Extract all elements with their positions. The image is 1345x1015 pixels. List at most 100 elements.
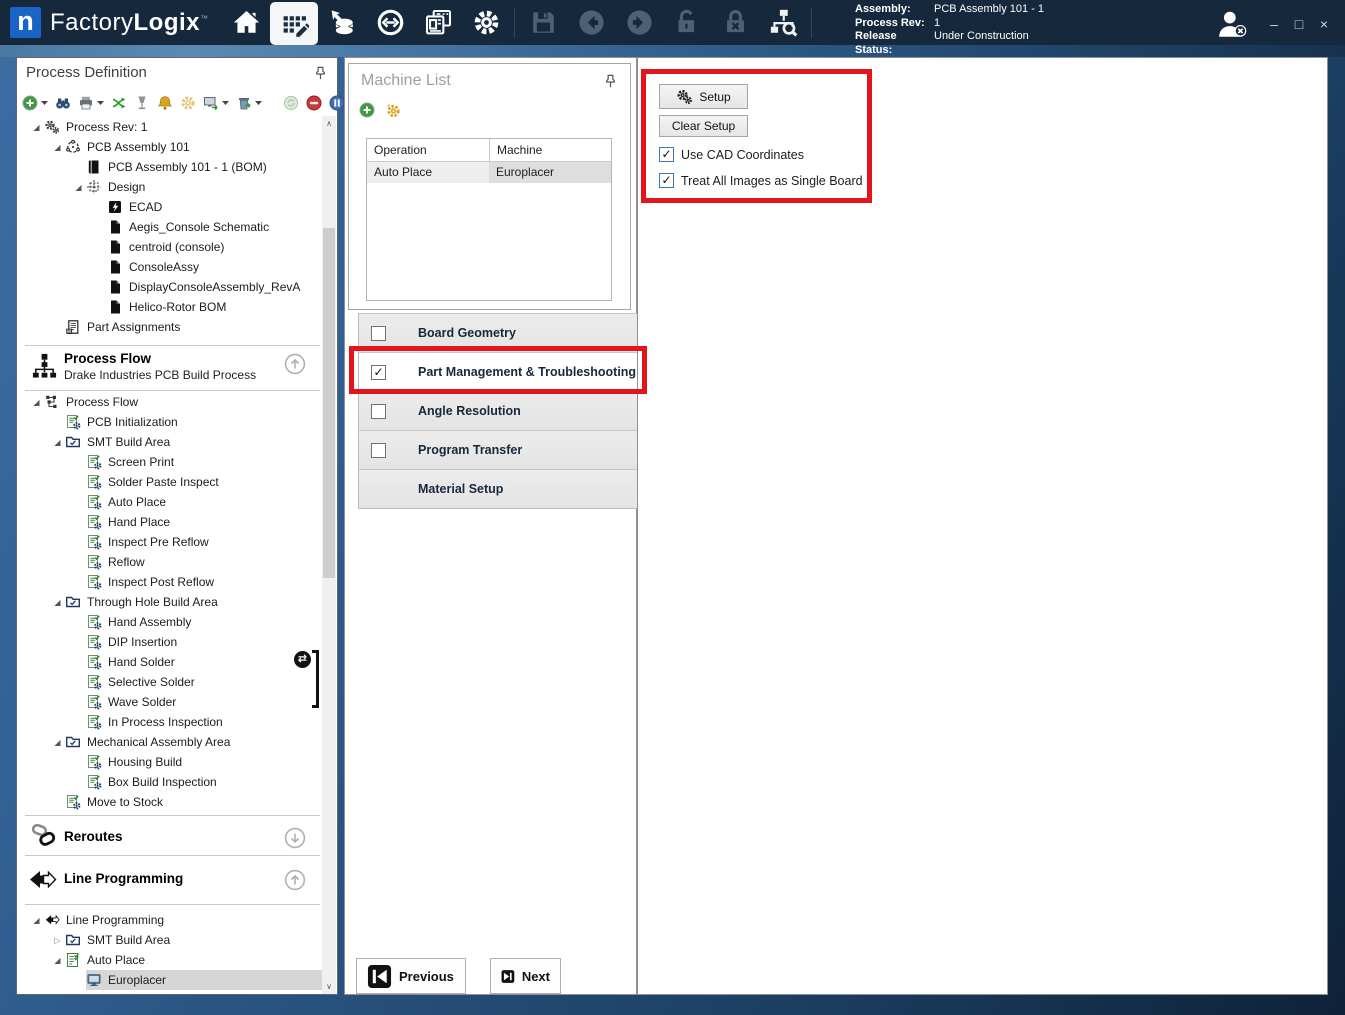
exchange-icon[interactable] [111, 94, 127, 112]
option-treat-all-images-as-single-board[interactable]: ✓Treat All Images as Single Board [659, 173, 863, 188]
print-icon[interactable] [78, 94, 94, 112]
process-definition-icon[interactable] [270, 2, 318, 45]
tree-item-line-programming[interactable]: ◢Line Programming [17, 910, 322, 930]
tree-item-hand-place[interactable]: Hand Place [17, 512, 322, 532]
tree-item-auto-place[interactable]: Auto Place [17, 492, 322, 512]
checkbox-unchecked[interactable] [371, 326, 386, 341]
process-search-icon[interactable] [759, 0, 807, 45]
machine-settings-icon[interactable] [385, 102, 401, 123]
pause-icon[interactable] [329, 94, 345, 112]
expander-expanded-icon[interactable]: ◢ [50, 738, 65, 747]
bell-icon[interactable] [157, 94, 173, 112]
delete-icon[interactable] [236, 94, 252, 112]
tree-item-reflow[interactable]: Reflow [17, 552, 322, 572]
tree-item-europlacer[interactable]: Europlacer [17, 970, 322, 990]
section-board-geometry[interactable]: Board Geometry [359, 313, 637, 352]
expander-collapsed-icon[interactable]: ▷ [50, 936, 65, 945]
line-programming-header[interactable]: Line Programming [17, 863, 322, 901]
process-flow-header[interactable]: Process Flow Drake Industries PCB Build … [17, 350, 322, 390]
reroute-indicator-icon[interactable]: ⇄ [294, 651, 311, 668]
settings-gear-icon[interactable] [462, 0, 510, 45]
tree-item-through-hole-build-area[interactable]: ◢Through Hole Build Area [17, 592, 322, 612]
tree-item-selective-solder[interactable]: Selective Solder [17, 672, 322, 692]
gear-pale-icon[interactable] [180, 94, 196, 112]
collapse-up-icon[interactable] [284, 353, 306, 375]
save-icon[interactable] [519, 0, 567, 45]
tree-item-process-rev-1[interactable]: ◢Process Rev: 1 [17, 117, 322, 137]
stop-icon[interactable] [306, 94, 322, 112]
tree-item-inspect-post-reflow[interactable]: Inspect Post Reflow [17, 572, 322, 592]
expander-expanded-icon[interactable]: ◢ [50, 956, 65, 965]
tree-item-auto-place[interactable]: ◢Auto Place [17, 950, 322, 970]
option-use-cad-coordinates[interactable]: ✓Use CAD Coordinates [659, 147, 804, 162]
home-icon[interactable] [222, 0, 270, 45]
tree-item-inspect-pre-reflow[interactable]: Inspect Pre Reflow [17, 532, 322, 552]
back-icon[interactable] [567, 0, 615, 45]
tree-item-in-process-inspection[interactable]: In Process Inspection [17, 712, 322, 732]
minimize-button[interactable]: – [1263, 16, 1285, 32]
tree-item-wave-solder[interactable]: Wave Solder [17, 692, 322, 712]
column-operation[interactable]: Operation [367, 139, 489, 161]
setup-button[interactable]: Setup [659, 84, 748, 109]
add-dropdown-icon[interactable] [41, 94, 48, 112]
tree-item-ecad[interactable]: ECAD [17, 197, 322, 217]
clear-setup-button[interactable]: Clear Setup [659, 115, 748, 137]
lamp-icon[interactable] [134, 94, 150, 112]
checkbox-checked[interactable]: ✓ [659, 173, 674, 188]
tree-item-aegis-console-schematic[interactable]: Aegis_Console Schematic [17, 217, 322, 237]
reroutes-header[interactable]: Reroutes [17, 821, 322, 857]
collapse-up-icon[interactable] [284, 869, 306, 891]
print-dropdown-icon[interactable] [97, 94, 104, 112]
user-disconnect-icon[interactable] [1216, 8, 1250, 40]
expander-expanded-icon[interactable]: ◢ [71, 183, 86, 192]
tree-item-smt-build-area[interactable]: ◢SMT Build Area [17, 432, 322, 452]
tree-item-helico-rotor-bom[interactable]: Helico-Rotor BOM [17, 297, 322, 317]
tree-item-solder-paste-inspect[interactable]: Solder Paste Inspect [17, 472, 322, 492]
data-import-icon[interactable] [318, 0, 366, 45]
tree-item-design[interactable]: ◢Design [17, 177, 322, 197]
sync-icon[interactable] [366, 0, 414, 45]
scroll-down-arrow[interactable]: ∨ [322, 979, 336, 994]
machine-row-auto-place[interactable]: Auto PlaceEuroplacer [367, 162, 611, 183]
tree-item-dip-insertion[interactable]: DIP Insertion [17, 632, 322, 652]
documents-icon[interactable] [414, 0, 462, 45]
section-angle-resolution[interactable]: Angle Resolution [359, 391, 637, 430]
tree-item-part-assignments[interactable]: Part Assignments [17, 317, 322, 337]
expander-expanded-icon[interactable]: ◢ [29, 123, 44, 132]
lock-x-icon[interactable] [711, 0, 759, 45]
checkbox-checked[interactable]: ✓ [659, 147, 674, 162]
tree-item-process-flow[interactable]: ◢Process Flow [17, 392, 322, 412]
forward-icon[interactable] [615, 0, 663, 45]
expander-expanded-icon[interactable]: ◢ [29, 398, 44, 407]
pin-icon[interactable] [603, 74, 618, 89]
operation-cell[interactable]: Auto Place [367, 162, 489, 183]
delete-dropdown-icon[interactable] [255, 94, 262, 112]
tree-item-move-to-stock[interactable]: Move to Stock [17, 792, 322, 812]
tree-item-hand-assembly[interactable]: Hand Assembly [17, 612, 322, 632]
tree-item-housing-build[interactable]: Housing Build [17, 752, 322, 772]
tree-item-box-build-inspection[interactable]: Box Build Inspection [17, 772, 322, 792]
section-part-management-troubleshooting[interactable]: ✓Part Management & Troubleshooting [359, 352, 637, 391]
unlock-icon[interactable] [663, 0, 711, 45]
tree-item-consoleassy[interactable]: ConsoleAssy [17, 257, 322, 277]
tree-item-smt-build-area[interactable]: ▷SMT Build Area [17, 930, 322, 950]
find-icon[interactable] [55, 94, 71, 112]
add-icon[interactable] [22, 94, 38, 112]
expander-expanded-icon[interactable]: ◢ [50, 143, 65, 152]
tree-item-displayconsoleassembly-reva[interactable]: DisplayConsoleAssembly_RevA [17, 277, 322, 297]
expander-expanded-icon[interactable]: ◢ [29, 916, 44, 925]
checkbox-unchecked[interactable] [371, 443, 386, 458]
next-button[interactable]: Next [490, 958, 561, 994]
checkbox-unchecked[interactable] [371, 404, 386, 419]
scroll-up-arrow[interactable]: ∧ [322, 116, 336, 131]
section-material-setup[interactable]: Material Setup [359, 469, 637, 508]
expander-expanded-icon[interactable]: ◢ [50, 438, 65, 447]
tree-item-pcb-assembly-101-1-bom[interactable]: PCB Assembly 101 - 1 (BOM) [17, 157, 322, 177]
section-program-transfer[interactable]: Program Transfer [359, 430, 637, 469]
export-machine-icon[interactable] [203, 94, 219, 112]
scroll-thumb[interactable] [323, 228, 335, 578]
close-button[interactable]: × [1313, 16, 1335, 32]
column-machine[interactable]: Machine [489, 139, 611, 161]
machine-cell[interactable]: Europlacer [489, 162, 611, 183]
maximize-button[interactable]: □ [1288, 16, 1310, 32]
